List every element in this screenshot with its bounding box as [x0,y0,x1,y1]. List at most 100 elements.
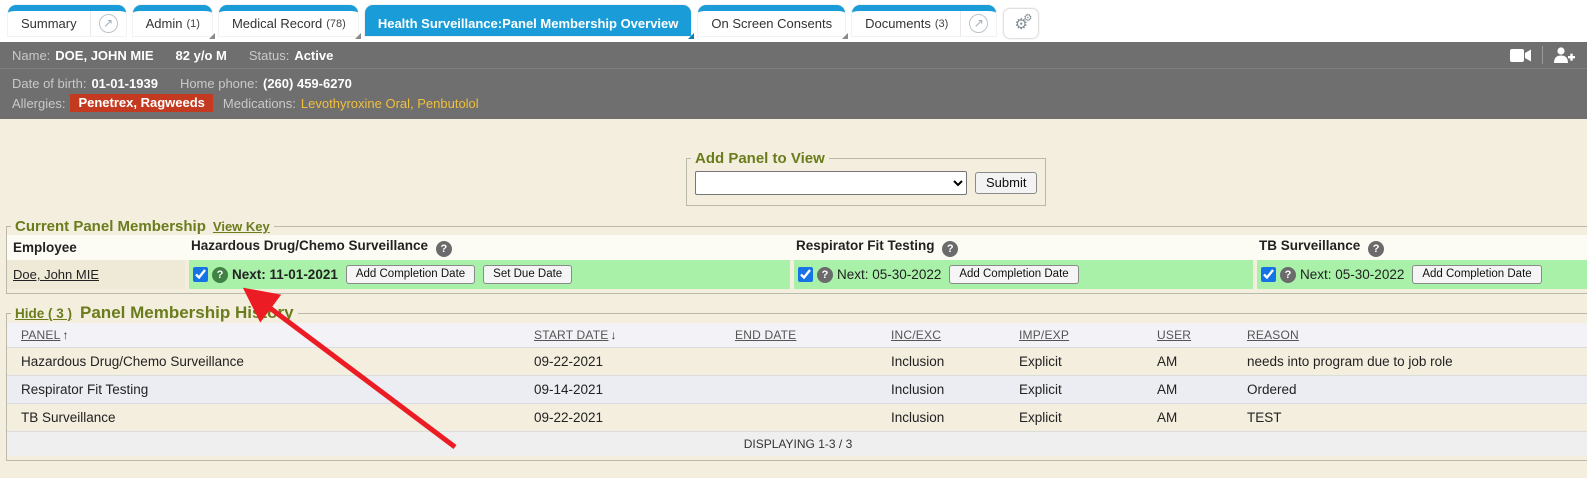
col-user: USER [1151,323,1241,348]
patient-name: DOE, JOHN MIE [55,48,153,63]
help-icon[interactable]: ? [1280,267,1296,283]
tab-health-surveillance-label: Health Surveillance:Panel Membership Ove… [365,16,692,31]
inc-exc-cell: Inclusion [885,376,1013,404]
name-label: Name: [12,48,50,63]
submit-button[interactable]: Submit [975,172,1037,194]
col-imp-exp: IMP/EXP [1013,323,1151,348]
tab-health-surveillance-active[interactable]: Health Surveillance:Panel Membership Ove… [365,5,692,36]
add-panel-fieldset: Add Panel to View Submit [686,150,1046,206]
inc-exc-cell: Inclusion [885,404,1013,432]
panel-cell: Hazardous Drug/Chemo Surveillance [7,348,528,376]
video-call-icon[interactable] [1510,48,1532,63]
summary-launch-segment[interactable]: ↗ [90,11,126,36]
tab-on-screen-consents[interactable]: On Screen Consents [698,5,845,36]
respirator-fit-checkbox[interactable] [798,267,813,282]
status-label: Status: [249,48,289,63]
launch-icon: ↗ [969,14,988,33]
banner-icon-divider [1542,46,1543,64]
medications-label: Medications: [223,96,296,111]
respirator-fit-cell: ? Next: 05-30-2022 Add Completion Date [790,260,1253,289]
start-date-cell: 09-14-2021 [528,376,729,404]
set-due-date-button[interactable]: Set Due Date [483,265,572,284]
sort-asc-icon[interactable]: ↑ [62,328,68,342]
tab-documents-count: (3) [935,18,960,30]
col-tb-surveillance: TB Surveillance ? [1253,235,1587,260]
add-panel-legend: Add Panel to View [691,150,829,167]
tab-medical-record-count: (78) [326,18,358,30]
settings-button[interactable]: ⚙ ⚙ [1003,8,1039,39]
start-date-cell: 09-22-2021 [528,348,729,376]
col-employee: Employee [7,235,185,260]
help-icon[interactable]: ? [942,241,958,257]
sort-desc-icon[interactable]: ↓ [610,328,616,342]
tab-medical-record-label: Medical Record [219,16,335,31]
add-completion-date-button[interactable]: Add Completion Date [346,265,475,284]
current-membership-table: Employee Hazardous Drug/Chemo Surveillan… [7,235,1587,289]
patient-age-sex: 82 y/o M [176,48,227,63]
panel-cell: TB Surveillance [7,404,528,432]
tab-bar: Summary ↗ Admin (1) Medical Record (78) … [0,0,1587,42]
inc-exc-cell: Inclusion [885,348,1013,376]
user-cell: AM [1151,404,1241,432]
history-header-row: PANEL↑ START DATE↓ END DATE INC/EXC IMP/… [7,323,1587,348]
medications-value[interactable]: Levothyroxine Oral, Penbutolol [301,96,479,111]
hide-link[interactable]: Hide ( 3 ) [15,306,72,321]
panel-membership-history-legend: Hide ( 3 ) Panel Membership History [11,303,298,323]
add-completion-date-button[interactable]: Add Completion Date [949,265,1078,284]
tab-documents-label: Documents [852,16,944,31]
end-date-cell [729,404,885,432]
tb-surveillance-cell: ? Next: 05-30-2022 Add Completion Date [1253,260,1587,289]
employee-cell: Doe, John MIE [7,260,185,289]
current-panel-membership-fieldset: Current Panel Membership View Key Employ… [6,218,1587,294]
user-cell: AM [1151,348,1241,376]
end-date-cell [729,348,885,376]
current-membership-header-row: Employee Hazardous Drug/Chemo Surveillan… [7,235,1587,260]
view-key-link[interactable]: View Key [213,219,270,234]
tab-corner-fold [209,33,215,39]
tab-corner-fold [688,33,694,39]
home-phone-value: (260) 459-6270 [263,76,352,91]
reason-cell: Ordered [1241,376,1587,404]
history-table: PANEL↑ START DATE↓ END DATE INC/EXC IMP/… [7,323,1587,431]
next-date: 05-30-2022 [1335,267,1404,282]
hazardous-drug-checkbox[interactable] [193,267,208,282]
help-icon[interactable]: ? [436,241,452,257]
tab-admin[interactable]: Admin (1) [133,5,212,36]
allergies-badge[interactable]: Penetrex, Ragweeds [70,94,212,112]
patient-banner-row1: Name: DOE, JOHN MIE 82 y/o M Status: Act… [0,42,1587,69]
tab-corner-fold [355,33,361,39]
col-reason: REASON [1241,323,1587,348]
start-date-cell: 09-22-2021 [528,404,729,432]
tab-documents[interactable]: Documents (3) ↗ [852,5,996,36]
allergies-label: Allergies: [12,96,65,111]
tab-summary[interactable]: Summary ↗ [8,5,126,36]
history-row: Hazardous Drug/Chemo Surveillance 09-22-… [7,348,1587,376]
paging-status: DISPLAYING 1-3 / 3 [7,431,1587,456]
employee-link[interactable]: Doe, John MIE [13,267,99,282]
current-panel-membership-legend: Current Panel Membership View Key [11,218,274,235]
tab-medical-record[interactable]: Medical Record (78) [219,5,358,36]
add-completion-date-button[interactable]: Add Completion Date [1412,265,1541,284]
status-value: Active [294,48,333,63]
help-icon[interactable]: ? [817,267,833,283]
col-respirator-fit: Respirator Fit Testing ? [790,235,1253,260]
panel-select[interactable] [695,171,967,195]
current-membership-data-row: Doe, John MIE ? Next: 11-01-2021 Add Com… [7,260,1587,289]
col-end-date: END DATE [729,323,885,348]
next-label: Next: [1300,267,1332,282]
panel-membership-history-title: Panel Membership History [80,303,294,323]
help-icon[interactable]: ? [1368,241,1384,257]
tb-surveillance-checkbox[interactable] [1261,267,1276,282]
documents-launch-segment[interactable]: ↗ [960,11,996,36]
help-icon[interactable]: ? [212,267,228,283]
home-phone-label: Home phone: [180,76,258,91]
patient-banner-details: Date of birth: 01-01-1939 Home phone: (2… [0,69,1587,119]
gear-icon-small: ⚙ [1023,13,1032,24]
add-person-icon[interactable] [1553,47,1575,63]
next-date: 05-30-2022 [872,267,941,282]
dob-label: Date of birth: [12,76,86,91]
end-date-cell [729,376,885,404]
panel-cell: Respirator Fit Testing [7,376,528,404]
imp-exp-cell: Explicit [1013,404,1151,432]
col-hazardous-drug: Hazardous Drug/Chemo Surveillance ? [185,235,790,260]
